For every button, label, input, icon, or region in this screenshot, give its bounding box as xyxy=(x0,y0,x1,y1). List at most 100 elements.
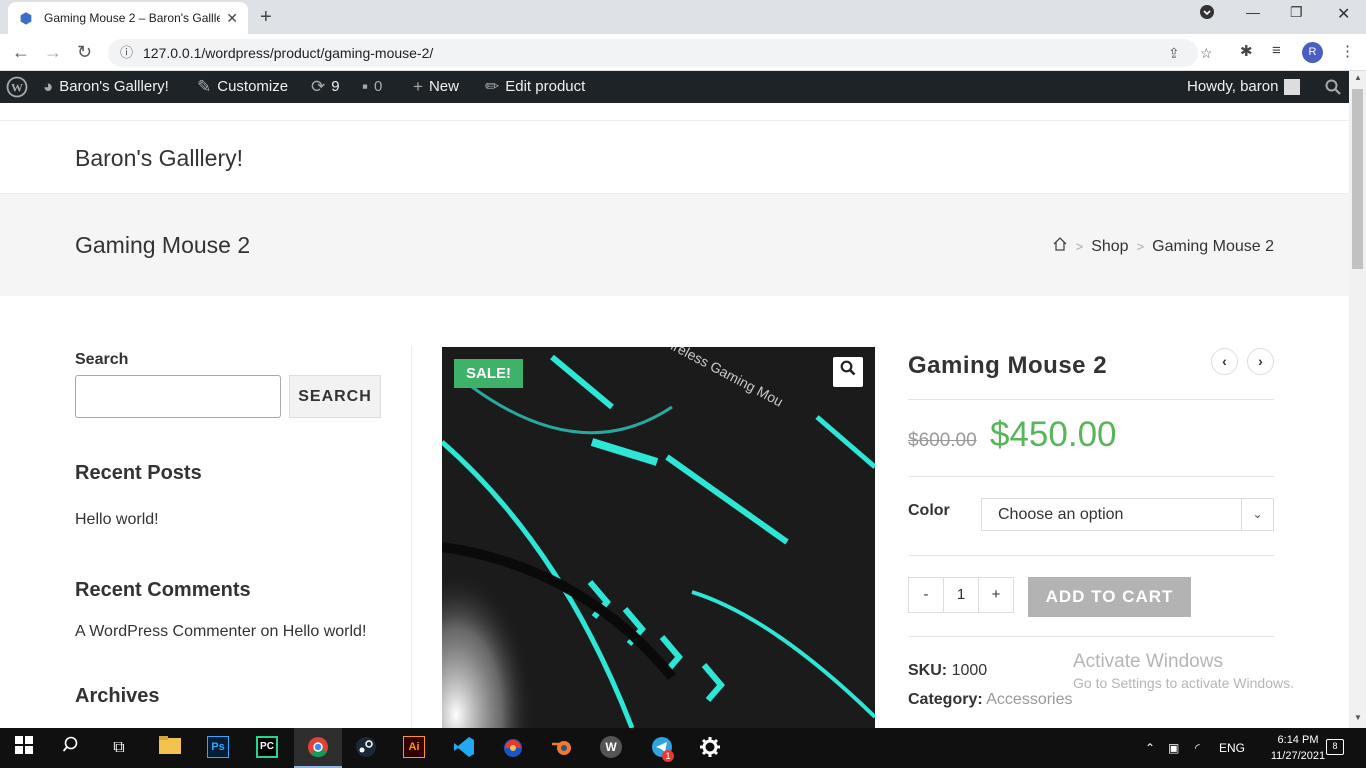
pencil-icon: ✏ xyxy=(485,77,500,96)
admin-comments-link[interactable]: ▪ 0 xyxy=(362,71,382,103)
search-label: Search xyxy=(75,351,129,368)
settings-gear-icon[interactable] xyxy=(698,736,722,760)
breadcrumb-shop[interactable]: Shop xyxy=(1091,238,1128,256)
scroll-up-icon[interactable]: ▲ xyxy=(1354,73,1362,82)
admin-customize-link[interactable]: ✎ Customize xyxy=(197,71,288,103)
system-clock[interactable]: 6:14 PM 11/27/2021 xyxy=(1270,732,1326,764)
tab-search-icon[interactable] xyxy=(1199,4,1215,23)
tray-app-icon[interactable]: ▣ xyxy=(1168,728,1179,768)
browser-tab-strip: ⬢ Gaming Mouse 2 – Baron's Galllery! ✕ +… xyxy=(0,0,1366,34)
edit-product-label: Edit product xyxy=(505,78,586,95)
share-icon[interactable]: ⇪ xyxy=(1168,39,1180,67)
language-indicator[interactable]: ENG xyxy=(1219,728,1245,768)
restore-icon[interactable]: ❐ xyxy=(1290,4,1303,21)
wamp-icon[interactable]: W xyxy=(600,736,624,760)
page-title: Gaming Mouse 2 xyxy=(75,232,251,258)
app-icon[interactable] xyxy=(501,736,525,760)
product-sku: SKU: 1000 xyxy=(908,662,987,680)
close-tab-icon[interactable]: ✕ xyxy=(226,10,238,27)
sku-label: SKU: xyxy=(908,662,948,679)
new-tab-icon[interactable]: + xyxy=(260,6,272,29)
comment-bubble-icon: ▪ xyxy=(362,77,369,96)
zoom-magnifier-icon[interactable] xyxy=(833,357,863,387)
gaming-mouse-image: Wireless Gaming Mou xyxy=(442,347,875,728)
recent-post-link[interactable]: Hello world! xyxy=(75,511,159,529)
site-title[interactable]: Baron's Galllery! xyxy=(75,145,243,172)
reload-icon[interactable]: ↻ xyxy=(77,42,92,63)
updates-icon: ⟳ xyxy=(311,77,326,96)
admin-search-icon[interactable] xyxy=(1325,71,1341,103)
category-link[interactable]: Accessories xyxy=(986,691,1072,708)
regular-price: $600.00 xyxy=(908,430,977,451)
vscode-icon[interactable] xyxy=(452,736,476,760)
media-queue-icon[interactable]: ≡ xyxy=(1272,42,1281,59)
next-product-icon[interactable]: › xyxy=(1247,348,1274,375)
url-text: 127.0.0.1/wordpress/product/gaming-mouse… xyxy=(143,45,434,61)
forward-icon[interactable]: → xyxy=(44,42,62,63)
updates-count: 9 xyxy=(331,78,340,95)
category-label: Category: xyxy=(908,691,983,708)
profile-avatar[interactable]: R xyxy=(1302,42,1323,63)
sale-badge: SALE! xyxy=(454,359,523,388)
blender-icon[interactable] xyxy=(550,736,574,760)
watermark-line1: Activate Windows xyxy=(1073,651,1223,672)
admin-site-link[interactable]: ◕ Baron's Galllery! xyxy=(43,71,169,103)
activate-windows-watermark: Activate Windows Go to Settings to activ… xyxy=(1073,651,1294,691)
comment-author-link[interactable]: A WordPress Commenter xyxy=(75,623,256,640)
user-avatar xyxy=(1284,79,1301,95)
color-select[interactable]: Choose an option ⌄ xyxy=(981,498,1274,531)
site-info-icon[interactable]: ⓘ xyxy=(120,39,133,67)
breadcrumb: > Shop > Gaming Mouse 2 xyxy=(1052,236,1274,257)
admin-account-link[interactable]: Howdy, baron xyxy=(1187,71,1301,103)
steam-icon[interactable] xyxy=(354,736,378,760)
page-header: Gaming Mouse 2 > Shop > Gaming Mouse 2 xyxy=(0,194,1349,296)
admin-site-name: Baron's Galllery! xyxy=(59,78,169,95)
pycharm-icon[interactable]: PC xyxy=(256,736,280,760)
divider xyxy=(908,555,1274,556)
browser-menu-icon[interactable]: ⋮ xyxy=(1340,42,1355,60)
search-button[interactable]: SEARCH xyxy=(289,375,381,418)
file-explorer-icon[interactable] xyxy=(158,736,182,760)
quantity-input[interactable]: 1 xyxy=(943,577,979,613)
browser-tab[interactable]: ⬢ Gaming Mouse 2 – Baron's Galllery! ✕ xyxy=(8,2,248,34)
color-label: Color xyxy=(908,502,950,519)
home-icon[interactable] xyxy=(1052,236,1068,257)
quantity-minus-button[interactable]: - xyxy=(908,577,944,613)
comment-on-text: on xyxy=(260,623,279,640)
product-category: Category: Accessories xyxy=(908,691,1073,709)
clock-time: 6:14 PM xyxy=(1277,734,1319,746)
photoshop-icon[interactable]: Ps xyxy=(207,736,231,760)
scroll-thumb[interactable] xyxy=(1352,89,1363,269)
howdy-text: Howdy, baron xyxy=(1187,78,1279,95)
bookmark-star-icon[interactable]: ☆ xyxy=(1200,39,1213,67)
windows-start-icon[interactable] xyxy=(12,736,36,760)
wp-admin-bar: W ◕ Baron's Galllery! ✎ Customize ⟳ 9 ▪ … xyxy=(0,71,1366,103)
add-to-cart-button[interactable]: ADD TO CART xyxy=(1028,577,1191,617)
close-window-icon[interactable]: ✕ xyxy=(1337,4,1350,24)
wordpress-logo-icon[interactable]: W xyxy=(6,71,28,103)
previous-product-icon[interactable]: ‹ xyxy=(1211,348,1238,375)
minimize-icon[interactable]: — xyxy=(1246,4,1260,20)
page-scrollbar[interactable]: ▲ ▼ xyxy=(1349,71,1366,728)
address-bar[interactable]: ⓘ 127.0.0.1/wordpress/product/gaming-mou… xyxy=(108,39,1213,67)
admin-new-link[interactable]: + New xyxy=(413,71,459,103)
product-image[interactable]: Wireless Gaming Mou SALE! xyxy=(442,347,875,728)
notifications-icon[interactable]: 8 xyxy=(1326,739,1344,755)
comment-post-link[interactable]: Hello world! xyxy=(283,623,367,640)
chrome-icon[interactable] xyxy=(306,736,330,760)
extensions-puzzle-icon[interactable]: ✱ xyxy=(1240,42,1253,60)
site-header: Baron's Galllery! xyxy=(0,120,1349,194)
wifi-icon[interactable]: ◜ xyxy=(1195,728,1200,768)
svg-text:W: W xyxy=(11,81,23,95)
search-icon[interactable] xyxy=(60,736,84,760)
search-input[interactable] xyxy=(75,375,281,418)
quantity-plus-button[interactable]: + xyxy=(978,577,1014,613)
admin-updates-link[interactable]: ⟳ 9 xyxy=(311,71,340,103)
task-view-icon[interactable]: ⧉ xyxy=(107,736,131,760)
illustrator-icon[interactable]: Ai xyxy=(403,736,427,760)
scroll-down-icon[interactable]: ▼ xyxy=(1354,713,1362,722)
back-icon[interactable]: ← xyxy=(12,42,30,63)
admin-edit-product-link[interactable]: ✏ Edit product xyxy=(485,71,585,103)
recent-comments-heading: Recent Comments xyxy=(75,579,251,601)
tray-chevron-up-icon[interactable]: ⌃ xyxy=(1145,728,1155,768)
